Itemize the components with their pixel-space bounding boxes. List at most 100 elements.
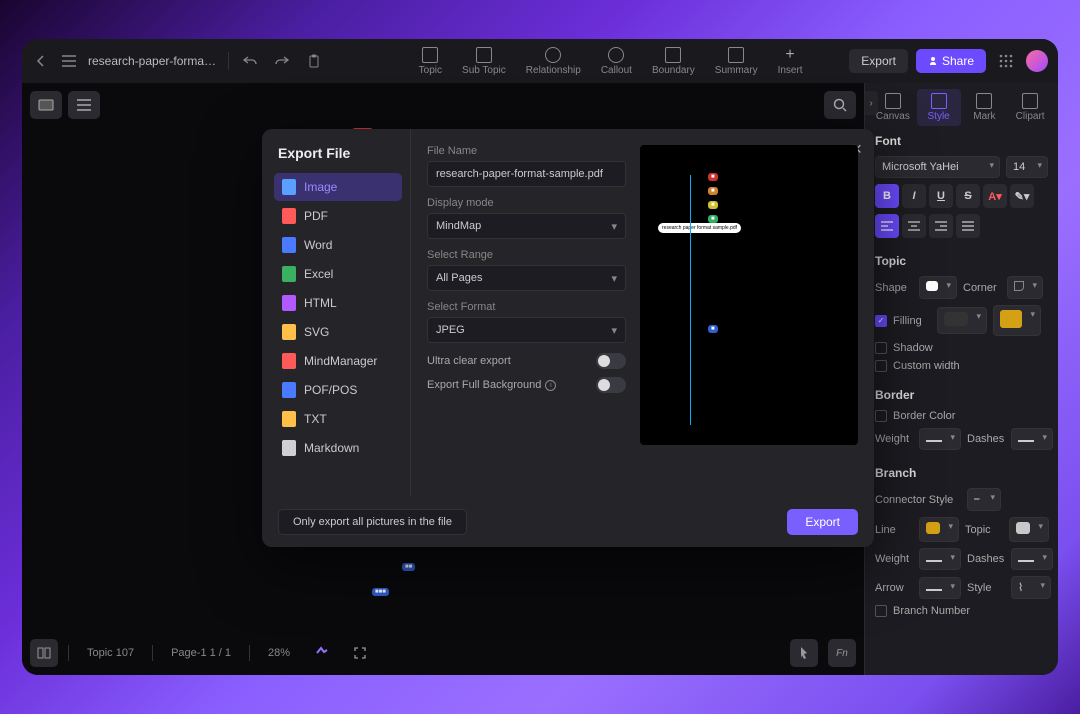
- format-label: SVG: [304, 325, 329, 339]
- format-item-html[interactable]: HTML: [274, 289, 402, 317]
- topic-section-title: Topic: [875, 254, 1048, 268]
- fullscreen-button[interactable]: [346, 639, 374, 667]
- export-top-button[interactable]: Export: [849, 49, 908, 73]
- select-format-select[interactable]: JPEG: [427, 317, 626, 343]
- only-export-pictures-button[interactable]: Only export all pictures in the file: [278, 509, 467, 535]
- search-button[interactable]: [824, 91, 856, 119]
- export-confirm-button[interactable]: Export: [787, 509, 858, 535]
- zoom-fit-button[interactable]: [308, 639, 336, 667]
- topic-count: Topic 107: [79, 643, 142, 663]
- format-item-image[interactable]: Image: [274, 173, 402, 201]
- format-label: MindManager: [304, 354, 377, 368]
- tab-mark[interactable]: Mark: [963, 89, 1007, 126]
- select-range-label: Select Range: [427, 249, 626, 261]
- format-item-txt[interactable]: TXT: [274, 405, 402, 433]
- file-name-input[interactable]: [427, 161, 626, 187]
- border-section-title: Border: [875, 388, 1048, 402]
- corner-select[interactable]: [1007, 276, 1043, 299]
- filling-color-select[interactable]: [993, 305, 1041, 336]
- shadow-checkbox[interactable]: [875, 342, 887, 354]
- tool-relationship[interactable]: Relationship: [520, 45, 587, 78]
- tool-subtopic[interactable]: Sub Topic: [456, 45, 512, 78]
- border-dashes-select[interactable]: [1011, 428, 1053, 450]
- list-view-button[interactable]: [68, 91, 100, 119]
- display-mode-label: Display mode: [427, 197, 626, 209]
- page-info: Page-1 1 / 1: [163, 643, 239, 663]
- border-weight-select[interactable]: [919, 428, 961, 450]
- branch-dashes-select[interactable]: [1011, 548, 1053, 570]
- tool-boundary[interactable]: Boundary: [646, 45, 701, 78]
- cursor-mode-button[interactable]: [790, 639, 818, 667]
- branch-weight-select[interactable]: [919, 548, 961, 570]
- top-bar: research-paper-format-sa... Topic Sub To…: [22, 39, 1058, 83]
- format-item-svg[interactable]: SVG: [274, 318, 402, 346]
- align-right-button[interactable]: [929, 214, 953, 238]
- format-label: Excel: [304, 267, 333, 281]
- file-name-label: File Name: [427, 145, 626, 157]
- tool-callout[interactable]: Callout: [595, 45, 638, 78]
- info-icon[interactable]: i: [545, 380, 556, 391]
- filling-checkbox[interactable]: ✓: [875, 315, 887, 327]
- tab-clipart[interactable]: Clipart: [1008, 89, 1052, 126]
- select-range-select[interactable]: All Pages: [427, 265, 626, 291]
- format-item-pdf[interactable]: PDF: [274, 202, 402, 230]
- align-center-button[interactable]: [902, 214, 926, 238]
- outline-button[interactable]: [30, 639, 58, 667]
- bold-button[interactable]: B: [875, 184, 899, 208]
- shape-select[interactable]: [919, 276, 957, 299]
- apps-grid-button[interactable]: [994, 49, 1018, 73]
- redo-button[interactable]: [271, 50, 293, 72]
- back-button[interactable]: [32, 52, 50, 70]
- export-preview: ■ ■ ■ ■ research paper format sample.pdf…: [640, 145, 858, 445]
- branch-arrow-select[interactable]: [919, 577, 961, 599]
- tool-summary[interactable]: Summary: [709, 45, 764, 78]
- paste-button[interactable]: [303, 50, 325, 72]
- branch-style-select[interactable]: ⌇: [1011, 576, 1051, 599]
- branch-topic-color-select[interactable]: [1009, 517, 1049, 542]
- sidebar-tabs: Canvas Style Mark Clipart: [865, 83, 1058, 126]
- zoom-level[interactable]: 28%: [260, 643, 298, 663]
- branch-line-color-select[interactable]: [919, 517, 959, 542]
- share-button[interactable]: Share: [916, 49, 986, 73]
- file-icon: [282, 382, 296, 398]
- italic-button[interactable]: I: [902, 184, 926, 208]
- tool-topic[interactable]: Topic: [413, 45, 448, 78]
- connector-style-select[interactable]: ⎯: [967, 488, 1001, 511]
- format-item-mindmanager[interactable]: MindManager: [274, 347, 402, 375]
- highlight-button[interactable]: ✎▾: [1010, 184, 1034, 208]
- export-modal: × Export File ImagePDFWordExcelHTMLSVGMi…: [262, 129, 874, 547]
- format-label: POF/POS: [304, 383, 357, 397]
- font-size-select[interactable]: 14: [1006, 156, 1048, 178]
- align-justify-button[interactable]: [956, 214, 980, 238]
- format-label: Markdown: [304, 441, 359, 455]
- user-avatar[interactable]: [1026, 50, 1048, 72]
- format-item-pof/pos[interactable]: POF/POS: [274, 376, 402, 404]
- custom-width-checkbox[interactable]: [875, 360, 887, 372]
- ultra-clear-label: Ultra clear export: [427, 355, 511, 367]
- display-mode-select[interactable]: MindMap: [427, 213, 626, 239]
- format-label: HTML: [304, 296, 337, 310]
- ultra-clear-toggle[interactable]: [596, 353, 626, 369]
- format-item-markdown[interactable]: Markdown: [274, 434, 402, 462]
- export-full-bg-toggle[interactable]: [596, 377, 626, 393]
- branch-number-checkbox[interactable]: [875, 605, 887, 617]
- format-item-excel[interactable]: Excel: [274, 260, 402, 288]
- view-mode-button[interactable]: [30, 91, 62, 119]
- border-color-checkbox[interactable]: [875, 410, 887, 422]
- underline-button[interactable]: U: [929, 184, 953, 208]
- strike-button[interactable]: S: [956, 184, 980, 208]
- font-color-button[interactable]: A▾: [983, 184, 1007, 208]
- font-family-select[interactable]: Microsoft YaHei: [875, 156, 1000, 178]
- filling-pattern-select[interactable]: [937, 307, 987, 334]
- tab-style[interactable]: Style: [917, 89, 961, 126]
- collapse-sidebar-button[interactable]: ›: [864, 91, 878, 115]
- tool-insert[interactable]: +Insert: [772, 45, 809, 78]
- align-left-button[interactable]: [875, 214, 899, 238]
- export-full-bg-label: Export Full Backgroundi: [427, 379, 556, 391]
- menu-button[interactable]: [60, 52, 78, 70]
- file-icon: [282, 295, 296, 311]
- function-button[interactable]: Fn: [828, 639, 856, 667]
- file-icon: [282, 208, 296, 224]
- format-item-word[interactable]: Word: [274, 231, 402, 259]
- undo-button[interactable]: [239, 50, 261, 72]
